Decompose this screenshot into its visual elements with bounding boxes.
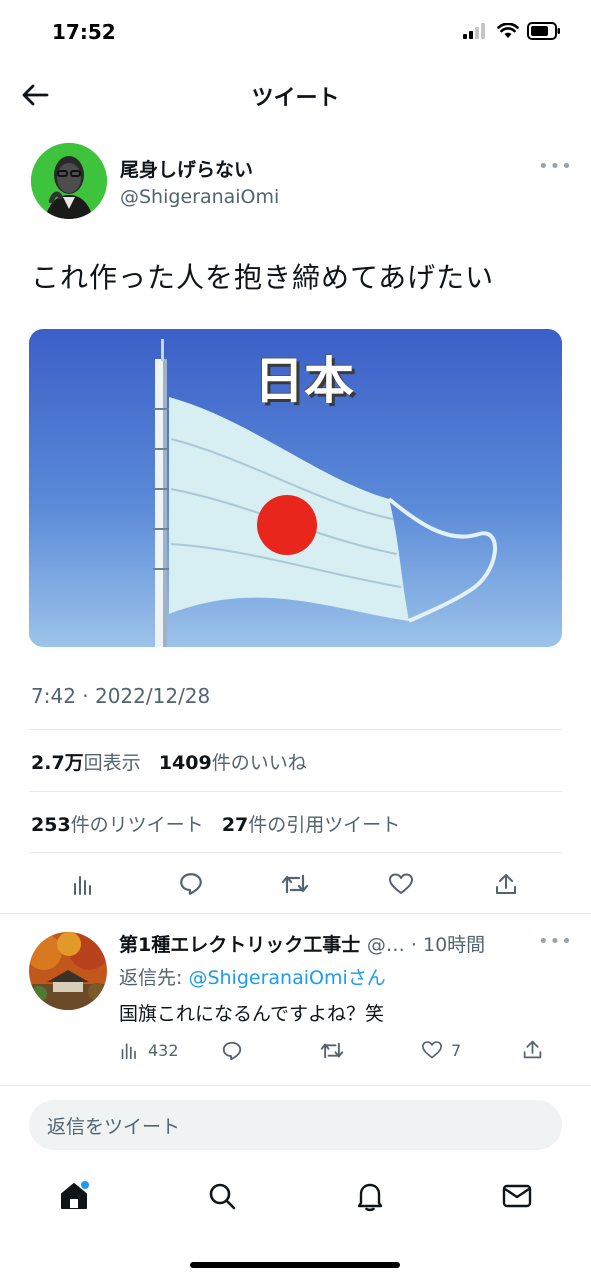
divider xyxy=(29,791,562,792)
image-caption: 日本 xyxy=(254,352,354,410)
more-icon: ••• xyxy=(538,156,573,177)
stats-retweets-quotes: 253件のリツイート 27件の引用ツイート xyxy=(31,810,400,837)
divider xyxy=(29,729,562,730)
tab-home[interactable] xyxy=(52,1174,96,1218)
reply-more-button[interactable]: ••• xyxy=(538,931,573,952)
reply-to-label: 返信先: xyxy=(119,967,183,989)
reply-share-button[interactable] xyxy=(522,1039,543,1060)
share-icon xyxy=(523,1040,542,1059)
divider xyxy=(29,852,562,853)
share-button[interactable] xyxy=(486,864,526,904)
reply-handle-time[interactable]: @… · 10時間 xyxy=(367,934,485,956)
reply-compose-input[interactable]: 返信をツイート xyxy=(29,1100,562,1150)
reply-analytics-button[interactable]: 432 xyxy=(120,1040,179,1060)
divider xyxy=(0,913,591,914)
wifi-icon xyxy=(497,23,519,38)
reply-to-suffix: さん xyxy=(347,967,386,989)
author-avatar[interactable] xyxy=(31,143,107,219)
views-stat[interactable]: 2.7万回表示 xyxy=(31,752,141,774)
likes-stat[interactable]: 1409件のいいね xyxy=(159,752,307,774)
like-button[interactable] xyxy=(381,864,421,904)
more-icon: ••• xyxy=(538,931,573,952)
signal-icon xyxy=(463,23,485,39)
more-button[interactable]: ••• xyxy=(538,156,573,177)
home-icon xyxy=(61,1181,89,1209)
tweet-image[interactable]: 日本 xyxy=(29,329,562,647)
retweet-icon xyxy=(281,874,309,894)
reply-like-button[interactable]: 7 xyxy=(421,1040,461,1060)
retweet-button[interactable] xyxy=(275,864,315,904)
reply-avatar[interactable] xyxy=(29,932,107,1010)
status-time: 17:52 xyxy=(52,20,116,44)
page-title: ツイート xyxy=(251,86,340,111)
reply-header: 第1種エレクトリック工事士 @… · 10時間 xyxy=(119,930,485,957)
reply-icon xyxy=(222,1041,242,1061)
like-icon xyxy=(422,1041,442,1059)
analytics-icon xyxy=(121,1043,136,1060)
reply-to-line: 返信先: @ShigeranaiOmiさん xyxy=(119,963,386,990)
stats-views-likes: 2.7万回表示 1409件のいいね xyxy=(31,748,307,775)
retweets-stat[interactable]: 253件のリツイート xyxy=(31,814,204,836)
reply-icon xyxy=(180,873,202,895)
compose-placeholder: 返信をツイート xyxy=(47,1115,181,1138)
author-handle[interactable]: @ShigeranaiOmi xyxy=(120,186,279,208)
status-icons xyxy=(463,22,561,40)
home-indicator xyxy=(190,1262,400,1268)
retweet-icon xyxy=(320,1042,344,1059)
analytics-button[interactable] xyxy=(64,864,104,904)
reply-to-mention[interactable]: @ShigeranaiOmi xyxy=(188,967,347,989)
tweet-text: これ作った人を抱き締めてあげたい xyxy=(31,261,495,294)
messages-icon xyxy=(502,1184,532,1208)
search-icon xyxy=(209,1183,236,1210)
tweet-timestamp[interactable]: 7:42 · 2022/12/28 xyxy=(31,684,210,708)
reply-likes-count: 7 xyxy=(451,1040,462,1060)
tab-messages[interactable] xyxy=(495,1174,539,1218)
reply-views-count: 432 xyxy=(148,1040,179,1060)
tab-search[interactable] xyxy=(200,1174,244,1218)
like-icon xyxy=(389,873,413,894)
battery-icon xyxy=(527,22,560,40)
reply-author-name[interactable]: 第1種エレクトリック工事士 xyxy=(119,934,360,956)
reply-retweet-button[interactable] xyxy=(320,1040,344,1061)
reply-button[interactable] xyxy=(171,864,211,904)
quotes-stat[interactable]: 27件の引用ツイート xyxy=(222,814,400,836)
analytics-icon xyxy=(74,876,91,895)
divider xyxy=(0,1085,591,1086)
reply-reply-button[interactable] xyxy=(221,1040,243,1062)
tab-notifications[interactable] xyxy=(348,1174,392,1218)
author-name[interactable]: 尾身しげらない xyxy=(120,155,253,182)
reply-text: 国旗これになるんですよね？笑 xyxy=(119,1003,385,1025)
notifications-icon xyxy=(357,1183,383,1212)
share-icon xyxy=(496,874,516,894)
